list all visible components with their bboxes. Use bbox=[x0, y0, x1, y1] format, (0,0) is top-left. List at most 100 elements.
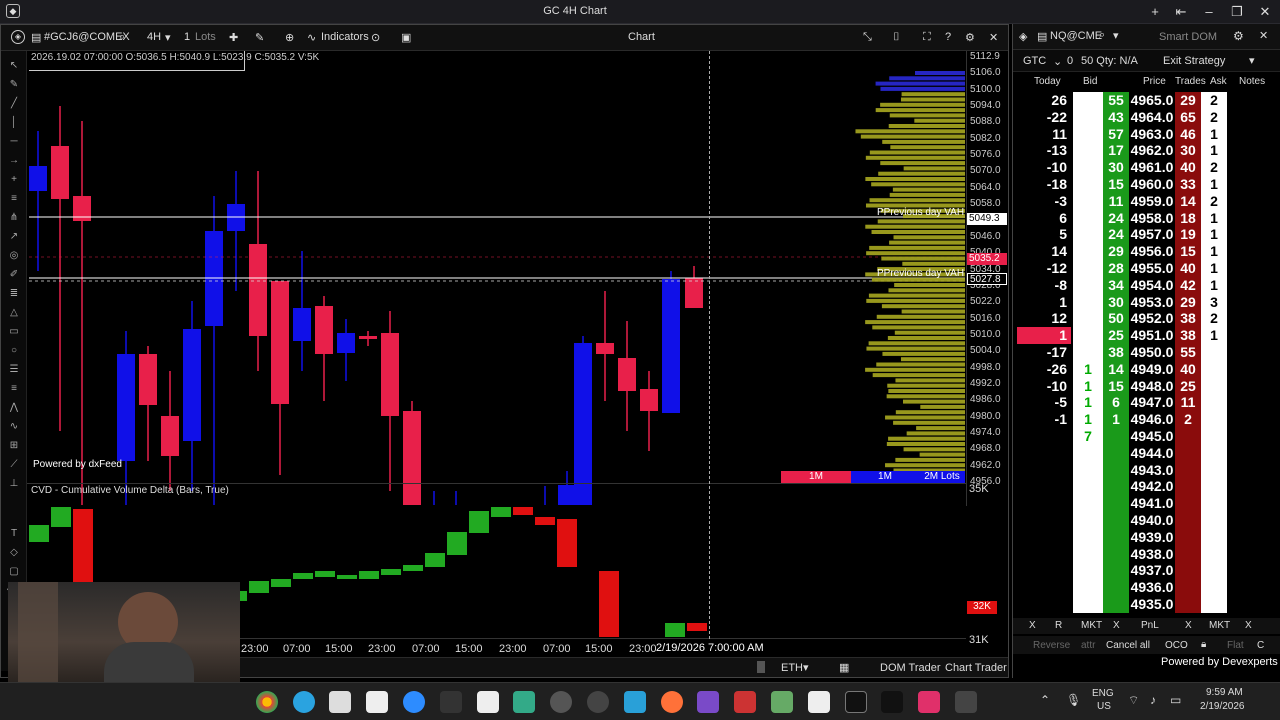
bid-order-cell[interactable] bbox=[1073, 562, 1103, 580]
dom-row[interactable]: 4941.0 bbox=[1017, 495, 1269, 512]
dom-row[interactable]: 4935.0 bbox=[1017, 596, 1269, 613]
ask-cell[interactable]: 2 bbox=[1201, 310, 1227, 328]
firefox-icon[interactable] bbox=[661, 691, 683, 713]
dom-bottom-button[interactable]: PnL bbox=[1141, 620, 1159, 631]
exit-strategy-selector[interactable]: Exit Strategy bbox=[1163, 55, 1225, 67]
bid-order-cell[interactable] bbox=[1073, 293, 1103, 311]
bid-volume-cell[interactable]: 28 bbox=[1103, 260, 1129, 277]
bid-volume-cell[interactable]: 38 bbox=[1103, 344, 1129, 361]
app-icon-20[interactable] bbox=[955, 691, 977, 713]
text-icon[interactable]: T bbox=[7, 527, 21, 541]
today-cell[interactable]: 1 bbox=[1017, 327, 1071, 344]
vertical-line-icon[interactable]: │ bbox=[7, 116, 21, 130]
notes-cell[interactable] bbox=[1227, 444, 1267, 462]
price-cell[interactable]: 4941.0 bbox=[1129, 495, 1175, 512]
price-cell[interactable]: 4962.0 bbox=[1129, 142, 1175, 160]
waves-icon[interactable]: ∿ bbox=[7, 420, 21, 434]
brush-icon[interactable]: ✐ bbox=[7, 268, 21, 282]
bid-order-cell[interactable] bbox=[1073, 125, 1103, 143]
price-cell[interactable]: 4953.0 bbox=[1129, 293, 1175, 311]
ask-cell[interactable]: 1 bbox=[1201, 260, 1227, 277]
bid-volume-cell[interactable]: 1 bbox=[1103, 411, 1129, 428]
today-cell[interactable] bbox=[1017, 478, 1071, 495]
notes-cell[interactable] bbox=[1227, 545, 1267, 563]
projection-icon[interactable]: ⟋ bbox=[7, 458, 21, 472]
price-cell[interactable]: 4961.0 bbox=[1129, 159, 1175, 176]
notes-cell[interactable] bbox=[1227, 192, 1267, 210]
volume-icon[interactable]: ♪ bbox=[1150, 693, 1156, 707]
price-cell[interactable]: 4955.0 bbox=[1129, 260, 1175, 277]
today-cell[interactable]: -3 bbox=[1017, 193, 1071, 210]
snip-icon[interactable] bbox=[329, 691, 351, 713]
ask-cell[interactable]: 1 bbox=[1201, 276, 1227, 294]
price-cell[interactable]: 4952.0 bbox=[1129, 310, 1175, 328]
reverse-button[interactable]: Reverse bbox=[1033, 640, 1070, 651]
tiktok-icon[interactable] bbox=[881, 691, 903, 713]
bid-order-cell[interactable] bbox=[1073, 528, 1103, 546]
fullscreen-icon[interactable]: ⛶ bbox=[923, 31, 931, 44]
price-cell[interactable]: 4946.0 bbox=[1129, 411, 1175, 428]
today-cell[interactable]: 26 bbox=[1017, 92, 1071, 109]
trading-app-icon[interactable] bbox=[624, 691, 646, 713]
dom-row[interactable]: 1 30 4953.0 29 3 bbox=[1017, 293, 1269, 311]
tif-chevron-icon[interactable]: ⌄ bbox=[1053, 55, 1062, 68]
obs-icon[interactable] bbox=[550, 691, 572, 713]
chevron-down-icon[interactable]: ▾ bbox=[165, 31, 171, 44]
today-cell[interactable] bbox=[1017, 529, 1071, 546]
ask-cell[interactable]: 2 bbox=[1201, 192, 1227, 210]
dom-row[interactable]: -10 30 4961.0 40 2 bbox=[1017, 159, 1269, 176]
trades-cell[interactable]: 18 bbox=[1175, 209, 1201, 227]
price-cell[interactable]: 4947.0 bbox=[1129, 394, 1175, 412]
battery-icon[interactable]: ▭ bbox=[1170, 693, 1181, 707]
app-icon-10[interactable] bbox=[587, 691, 609, 713]
notes-cell[interactable] bbox=[1227, 579, 1267, 596]
bid-order-cell[interactable] bbox=[1073, 192, 1103, 210]
quantity-value[interactable]: 1 bbox=[184, 31, 190, 43]
bid-volume-cell[interactable]: 11 bbox=[1103, 192, 1129, 210]
dom-bottom-button[interactable]: MKT bbox=[1081, 620, 1102, 631]
today-cell[interactable] bbox=[1017, 428, 1071, 445]
dom-row[interactable]: -12 28 4955.0 40 1 bbox=[1017, 260, 1269, 277]
trades-cell[interactable]: 25 bbox=[1175, 377, 1201, 395]
qty-input[interactable]: 0 bbox=[1067, 55, 1073, 67]
notes-cell[interactable] bbox=[1227, 562, 1267, 580]
app-icon-19[interactable] bbox=[918, 691, 940, 713]
dom-row[interactable]: -1 1 1 4946.0 2 bbox=[1017, 411, 1269, 428]
bid-volume-cell[interactable] bbox=[1103, 528, 1129, 546]
dom-symbol[interactable]: NQ@CME bbox=[1050, 30, 1102, 42]
today-cell[interactable]: -13 bbox=[1017, 142, 1071, 159]
file-icon[interactable] bbox=[477, 691, 499, 713]
ask-cell[interactable]: 1 bbox=[1201, 176, 1227, 193]
dom-row[interactable]: 4944.0 bbox=[1017, 444, 1269, 462]
bid-order-cell[interactable] bbox=[1073, 92, 1103, 109]
trades-cell[interactable] bbox=[1175, 545, 1201, 563]
price-cell[interactable]: 4960.0 bbox=[1129, 176, 1175, 193]
bid-volume-cell[interactable]: 14 bbox=[1103, 360, 1129, 378]
trades-cell[interactable]: 19 bbox=[1175, 226, 1201, 244]
collapse-icon[interactable]: ⤡ bbox=[863, 31, 872, 44]
levels-icon[interactable]: ≡ bbox=[7, 382, 21, 396]
bid-order-cell[interactable] bbox=[1073, 444, 1103, 462]
bid-order-cell[interactable] bbox=[1073, 159, 1103, 176]
notes-cell[interactable] bbox=[1227, 108, 1267, 126]
trades-cell[interactable]: 33 bbox=[1175, 176, 1201, 193]
notes-cell[interactable] bbox=[1227, 327, 1267, 344]
ask-cell[interactable]: 1 bbox=[1201, 327, 1227, 344]
price-cell[interactable]: 4959.0 bbox=[1129, 192, 1175, 210]
dom-row[interactable]: -3 11 4959.0 14 2 bbox=[1017, 192, 1269, 210]
notes-cell[interactable] bbox=[1227, 243, 1267, 260]
wifi-icon[interactable]: ⌔ bbox=[1128, 693, 1139, 708]
callout-icon[interactable]: ▢ bbox=[7, 565, 21, 579]
notes-cell[interactable] bbox=[1227, 495, 1267, 512]
ask-cell[interactable] bbox=[1201, 411, 1227, 428]
ask-cell[interactable] bbox=[1201, 428, 1227, 445]
dom-bottom-button[interactable]: X bbox=[1185, 620, 1192, 631]
bid-order-cell[interactable] bbox=[1073, 260, 1103, 277]
fork-icon[interactable]: ⋔ bbox=[7, 211, 21, 225]
price-cell[interactable]: 4949.0 bbox=[1129, 360, 1175, 378]
today-cell[interactable] bbox=[1017, 512, 1071, 529]
price-cell[interactable]: 4935.0 bbox=[1129, 596, 1175, 613]
trades-cell[interactable] bbox=[1175, 512, 1201, 529]
trades-cell[interactable]: 29 bbox=[1175, 293, 1201, 311]
price-cell[interactable]: 4965.0 bbox=[1129, 92, 1175, 109]
